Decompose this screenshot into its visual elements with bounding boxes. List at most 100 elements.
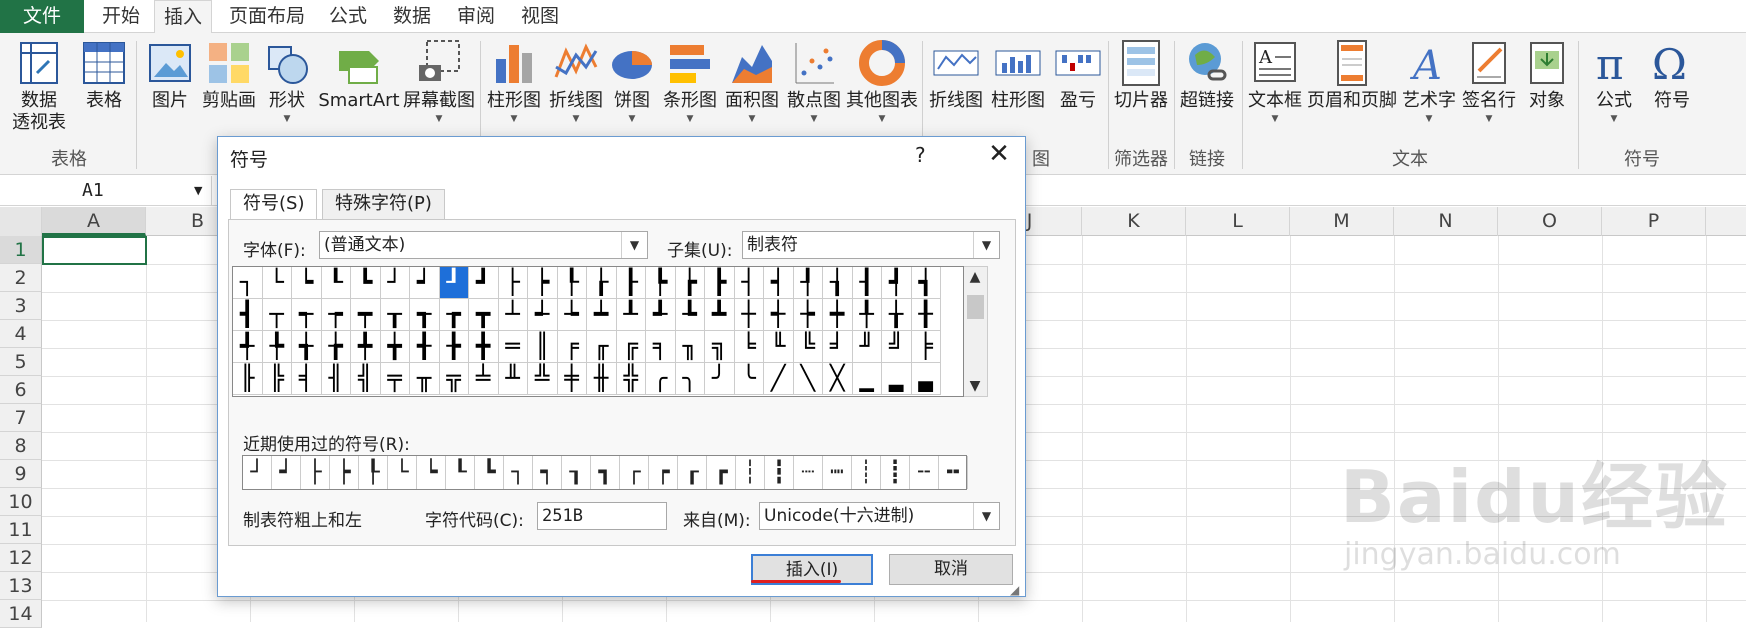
column-chart-button[interactable]: 柱形图 ▼	[484, 37, 544, 125]
symbol-cell[interactable]: ╯	[705, 363, 735, 395]
table-button[interactable]: 表格	[76, 37, 132, 113]
symbol-cell[interactable]: ╜	[852, 331, 882, 363]
area-chart-button[interactable]: 面积图 ▼	[722, 37, 782, 125]
close-icon[interactable]: ✕	[981, 139, 1017, 169]
column-header[interactable]: O	[1498, 207, 1602, 236]
select-all-corner[interactable]	[0, 207, 42, 236]
symbol-cell[interactable]: ╗	[705, 331, 735, 363]
recent-symbol-cell[interactable]: ┊	[852, 456, 881, 489]
row-header[interactable]: 3	[0, 292, 42, 320]
clip-art-button[interactable]: 剪贴画	[198, 37, 260, 113]
tab-formulas[interactable]: 公式	[322, 0, 374, 33]
recent-symbol-cell[interactable]: ┙	[272, 456, 301, 489]
symbol-cell[interactable]: ╤	[380, 363, 410, 395]
textbox-button[interactable]: A 文本框 ▼	[1244, 37, 1306, 125]
symbol-cell[interactable]: ┨	[852, 267, 882, 299]
row-header[interactable]: 10	[0, 488, 42, 516]
symbol-cell[interactable]: ╫	[587, 363, 617, 395]
symbol-cell[interactable]: ╊	[439, 331, 469, 363]
row-header[interactable]: 11	[0, 516, 42, 544]
symbol-cell[interactable]: ┯	[351, 299, 381, 331]
symbol-cell[interactable]: ╧	[469, 363, 499, 395]
pivot-table-button[interactable]: 数据 透视表	[4, 37, 74, 135]
symbol-cell[interactable]: ┸	[616, 299, 646, 331]
slicer-button[interactable]: 切片器	[1110, 37, 1172, 113]
symbol-cell[interactable]: ╠	[262, 363, 292, 395]
symbol-cell[interactable]: ▃	[911, 363, 941, 395]
line-chart-button[interactable]: 折线图 ▼	[546, 37, 606, 125]
symbol-cell[interactable]: ┣	[705, 267, 735, 299]
symbol-cell[interactable]: ╁	[882, 299, 912, 331]
symbol-cell[interactable]: ╬	[616, 363, 646, 395]
recent-symbol-cell[interactable]: ┋	[881, 456, 910, 489]
symbol-cell[interactable]: ├	[498, 267, 528, 299]
symbol-cell[interactable]: ┹	[646, 299, 676, 331]
column-header[interactable]: K	[1082, 207, 1186, 236]
symbol-cell[interactable]: ╔	[616, 331, 646, 363]
symbol-cell[interactable]: ╅	[292, 331, 322, 363]
symbol-cell[interactable]: ║	[528, 331, 558, 363]
row-header[interactable]: 4	[0, 320, 42, 348]
symbol-cell[interactable]: ╛	[823, 331, 853, 363]
name-box[interactable]: A1	[0, 176, 212, 206]
recent-symbol-cell[interactable]: ┏	[707, 456, 736, 489]
symbol-cell[interactable]: ╥	[410, 363, 440, 395]
column-header[interactable]: P	[1602, 207, 1706, 236]
chevron-down-icon[interactable]: ▼	[973, 503, 999, 529]
symbol-cell[interactable]: ╘	[734, 331, 764, 363]
symbol-cell[interactable]: ╋	[469, 331, 499, 363]
recent-symbol-cell[interactable]: ┘	[243, 456, 272, 489]
shapes-button[interactable]: 形状 ▼	[262, 37, 312, 125]
smartart-button[interactable]: SmartArt	[318, 37, 400, 113]
symbol-cell[interactable]: ┲	[439, 299, 469, 331]
signature-line-button[interactable]: 签名行 ▼	[1460, 37, 1518, 125]
row-header[interactable]: 5	[0, 348, 42, 376]
row-header[interactable]: 8	[0, 432, 42, 460]
symbol-cell[interactable]: ╞	[911, 331, 941, 363]
recent-symbol-cell[interactable]: ┓	[591, 456, 620, 489]
recent-symbol-cell[interactable]: ┒	[562, 456, 591, 489]
row-header[interactable]: 9	[0, 460, 42, 488]
symbol-cell[interactable]: ┾	[793, 299, 823, 331]
symbol-cell[interactable]: ┤	[734, 267, 764, 299]
symbol-cell[interactable]: ┵	[528, 299, 558, 331]
scroll-thumb[interactable]	[967, 295, 984, 319]
tab-special-characters[interactable]: 特殊字符(P)	[322, 189, 445, 219]
symbol-cell[interactable]: ╳	[823, 363, 853, 395]
symbol-button[interactable]: Ω 符号	[1644, 37, 1700, 113]
symbol-cell[interactable]: ╓	[587, 331, 617, 363]
recent-symbol-cell[interactable]: ┎	[678, 456, 707, 489]
symbol-cell[interactable]: ╕	[646, 331, 676, 363]
symbol-cell[interactable]: ╦	[439, 363, 469, 395]
symbol-cell[interactable]: ┽	[764, 299, 794, 331]
chevron-up-icon[interactable]: ▲	[964, 269, 986, 285]
help-icon[interactable]: ?	[915, 143, 926, 167]
tab-file[interactable]: 文件	[0, 0, 84, 33]
chevron-down-icon[interactable]: ▼	[964, 378, 986, 394]
tab-symbols[interactable]: 符号(S)	[230, 189, 318, 220]
symbol-cell[interactable]: ┭	[292, 299, 322, 331]
symbol-cell[interactable]: ┫	[233, 299, 263, 331]
symbol-cell[interactable]: ╪	[557, 363, 587, 395]
recent-symbol-cell[interactable]: ┈	[794, 456, 823, 489]
symbol-cell[interactable]: ╟	[233, 363, 263, 395]
tab-review[interactable]: 审阅	[448, 0, 504, 33]
symbol-cell[interactable]: ┧	[823, 267, 853, 299]
symbol-cell[interactable]: ╝	[882, 331, 912, 363]
header-footer-button[interactable]: 页眉和页脚	[1306, 37, 1398, 113]
symbol-cell[interactable]: ╢	[321, 363, 351, 395]
symbol-cell[interactable]: ┝	[528, 267, 558, 299]
symbol-cell[interactable]: ┩	[882, 267, 912, 299]
bar-chart-button[interactable]: 条形图 ▼	[660, 37, 720, 125]
symbol-cell[interactable]: ╚	[793, 331, 823, 363]
recent-symbol-cell[interactable]: └	[388, 456, 417, 489]
symbol-cell[interactable]: ┴	[498, 299, 528, 331]
symbol-cell[interactable]: ╉	[410, 331, 440, 363]
chevron-down-icon[interactable]: ▼	[973, 232, 999, 258]
symbol-cell[interactable]: ╡	[292, 363, 322, 395]
recent-symbol-cell[interactable]: ├	[301, 456, 330, 489]
symbol-cell[interactable]: ╇	[351, 331, 381, 363]
symbol-cell[interactable]: ┞	[557, 267, 587, 299]
sparkline-line-button[interactable]: 折线图	[926, 37, 986, 113]
symbol-cell[interactable]: ┪	[911, 267, 941, 299]
